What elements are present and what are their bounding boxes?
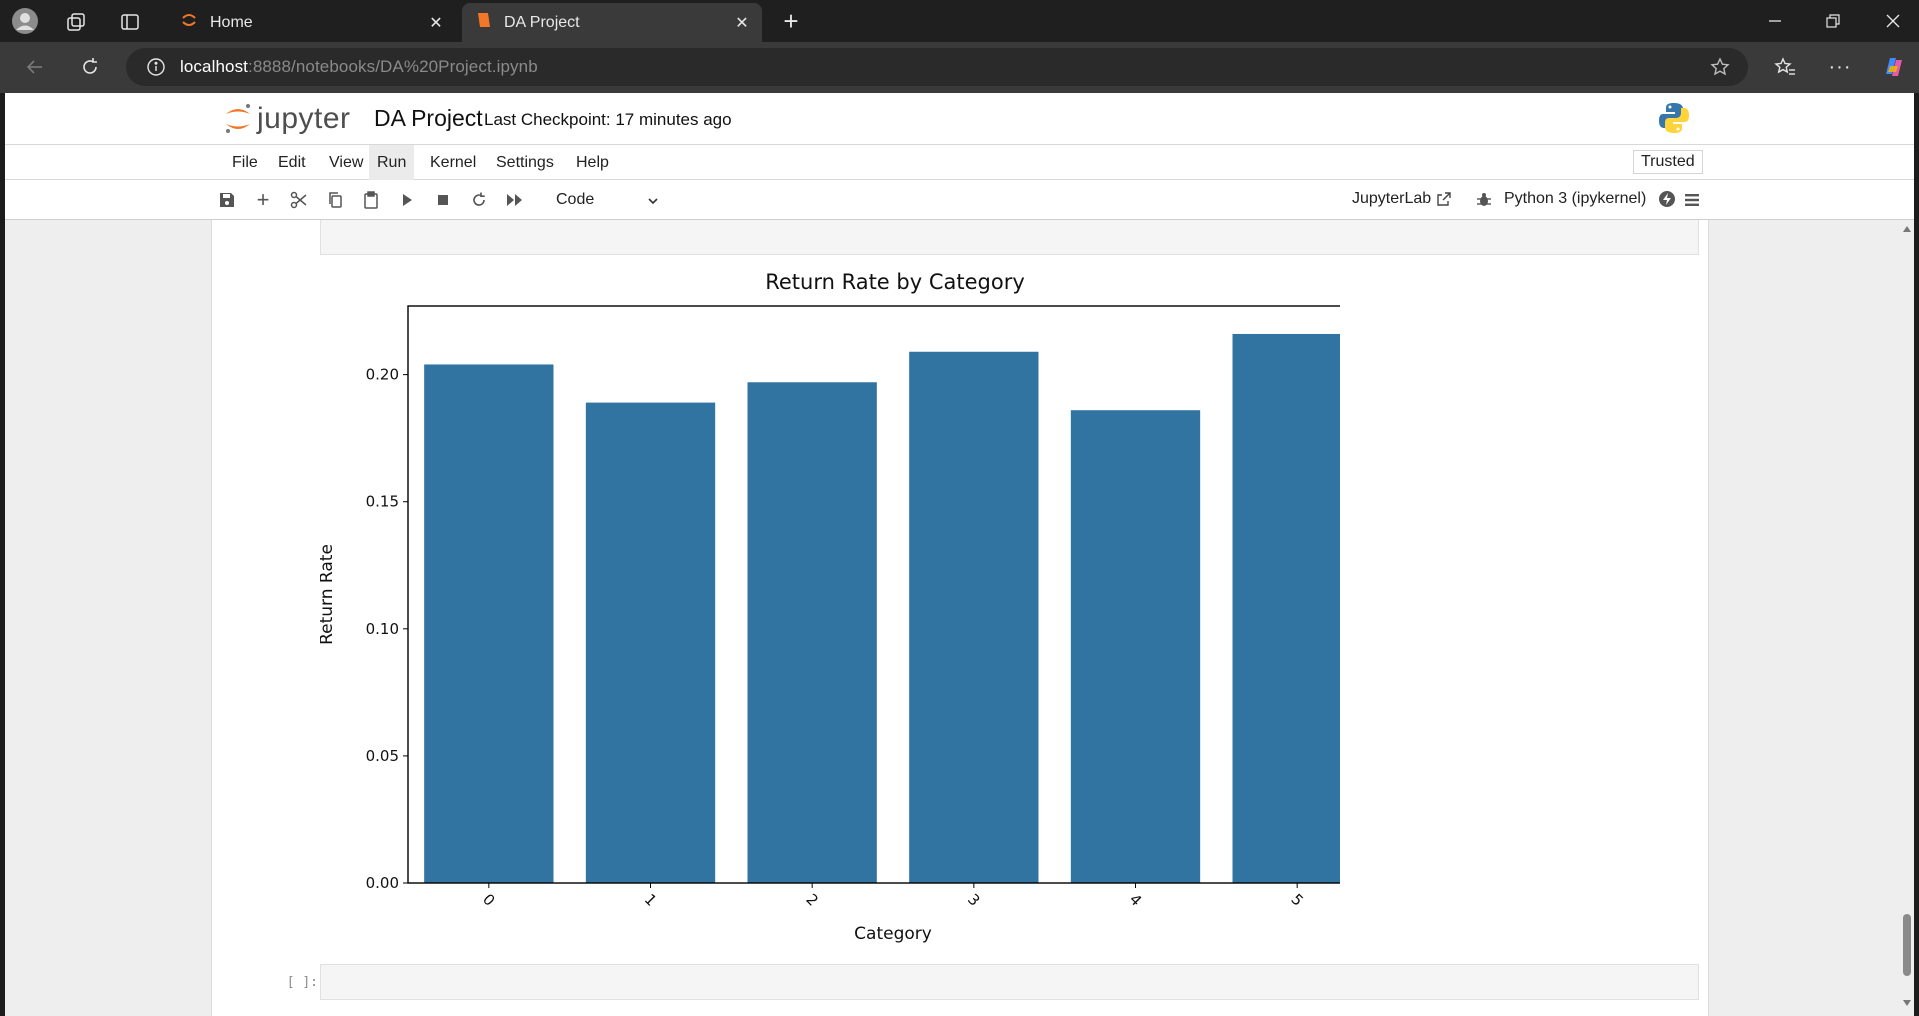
y-tick-label: 0.00 [366,874,399,892]
scrollbar[interactable] [1900,220,1914,1016]
y-axis-label: Return Rate [320,544,337,645]
notebook-favicon-icon [476,11,492,34]
page-viewport: jupyter DA Project Last Checkpoint: 17 m… [5,93,1914,1016]
bar-chart: Return Rate by Category 0.00 0.05 0.10 0.15… [320,270,1340,944]
bar-category-3 [909,351,1039,883]
x-tick-label: 5 [1287,890,1306,909]
x-tick-label: 1 [641,890,660,909]
x-axis: 0 1 2 3 4 5 [479,883,1307,910]
checkpoint-status: Last Checkpoint: 17 minutes ago [484,110,732,129]
notebook-panel: Return Rate by Category 0.00 0.05 0.10 0.15… [211,220,1709,1016]
browser-address-row: localhost:8888/notebooks/DA%20Project.ip… [0,42,1919,93]
cell-type-select[interactable]: Code [550,188,660,212]
minimize-icon[interactable] [1752,6,1798,36]
next-cell-prompt: [ ]: [286,975,318,990]
x-tick-label: 3 [964,890,983,909]
tab-home-label: Home [210,13,253,31]
address-bar[interactable]: localhost:8888/notebooks/DA%20Project.ip… [126,48,1748,86]
python-logo-icon [1657,101,1691,140]
jupyterlab-label: JupyterLab [1352,190,1432,207]
menu-run[interactable]: Run [369,145,415,180]
chart-title: Return Rate by Category [765,270,1025,294]
y-tick-label: 0.10 [366,620,399,638]
bar-category-1 [585,402,716,883]
previous-cell-input[interactable] [320,220,1699,255]
new-tab-icon[interactable]: + [776,6,806,36]
notebook-toolbar: + Code JupyterLab Python 3 (ipykernel) [5,180,1914,220]
stop-icon[interactable] [431,188,455,212]
jupyter-logo[interactable]: jupyter [223,101,351,137]
debugger-bug-icon[interactable] [1472,188,1496,212]
workspaces-icon[interactable] [62,8,90,36]
menu-help[interactable]: Help [568,145,617,180]
restore-icon[interactable] [1810,6,1856,36]
scroll-up-icon[interactable] [1903,226,1911,232]
profile-avatar-icon[interactable] [10,6,40,36]
scroll-thumb[interactable] [1903,914,1911,976]
url-text: localhost:8888/notebooks/DA%20Project.ip… [180,57,538,76]
x-axis-label: Category [854,924,932,944]
refresh-icon[interactable] [75,52,105,82]
bars-group [424,333,1340,884]
tab-da-project-label: DA Project [504,13,580,31]
copilot-icon[interactable] [1878,51,1910,83]
more-options-icon[interactable]: ··· [1825,52,1855,82]
cut-icon[interactable] [287,188,311,212]
favorite-star-icon[interactable] [1710,57,1730,77]
bar-category-0 [424,364,554,884]
run-icon[interactable] [395,188,419,212]
y-axis: 0.00 0.05 0.10 0.15 0.20 [366,366,408,892]
cell-type-value: Code [556,191,595,208]
menu-view[interactable]: View [321,145,371,180]
bar-category-5 [1232,333,1340,884]
jupyter-favicon-icon [180,11,198,34]
chevron-down-icon [646,192,660,216]
jupyter-logo-icon [226,104,250,133]
menu-settings[interactable]: Settings [488,145,562,180]
x-tick-label: 0 [479,890,498,909]
close-window-icon[interactable] [1870,6,1916,36]
jupyter-logo-text: jupyter [257,102,351,135]
menu-file[interactable]: File [224,145,266,180]
vertical-tabs-icon[interactable] [116,8,144,36]
paste-icon[interactable] [359,188,383,212]
close-icon[interactable]: ✕ [422,9,450,37]
y-tick-label: 0.15 [366,493,399,511]
external-link-icon [1437,192,1451,206]
y-tick-label: 0.05 [366,747,399,765]
run-all-icon[interactable] [503,188,527,212]
insert-cell-icon[interactable]: + [251,187,275,212]
notebook-title[interactable]: DA Project [374,105,483,132]
menu-bar: File Edit View Run Kernel Settings Help … [5,145,1914,180]
site-info-icon[interactable] [146,57,166,77]
kernel-status-icon [1655,187,1679,211]
menu-hamburger-icon[interactable] [1680,188,1704,212]
next-cell-input[interactable] [320,964,1699,1000]
scroll-down-icon[interactable] [1903,1000,1911,1006]
trusted-badge[interactable]: Trusted [1633,150,1703,174]
x-tick-label: 4 [1126,890,1145,909]
browser-tab-bar: Home ✕ DA Project ✕ + [0,0,1919,42]
y-tick-label: 0.20 [366,366,399,384]
copy-icon[interactable] [323,188,347,212]
x-tick-label: 2 [802,890,821,909]
tab-home[interactable]: Home ✕ [166,3,456,42]
notebook-header: jupyter DA Project Last Checkpoint: 17 m… [5,93,1914,145]
restart-icon[interactable] [467,188,491,212]
kernel-name[interactable]: Python 3 (ipykernel) [1504,190,1646,208]
save-icon[interactable] [215,188,239,212]
menu-kernel[interactable]: Kernel [422,145,484,180]
close-icon[interactable]: ✕ [728,9,756,37]
back-icon[interactable] [20,52,50,82]
bar-category-4 [1070,410,1201,883]
bar-category-2 [747,382,877,883]
tab-da-project[interactable]: DA Project ✕ [462,3,762,42]
jupyterlab-link[interactable]: JupyterLab [1352,190,1452,208]
favorites-icon[interactable] [1770,52,1800,82]
menu-edit[interactable]: Edit [270,145,314,180]
